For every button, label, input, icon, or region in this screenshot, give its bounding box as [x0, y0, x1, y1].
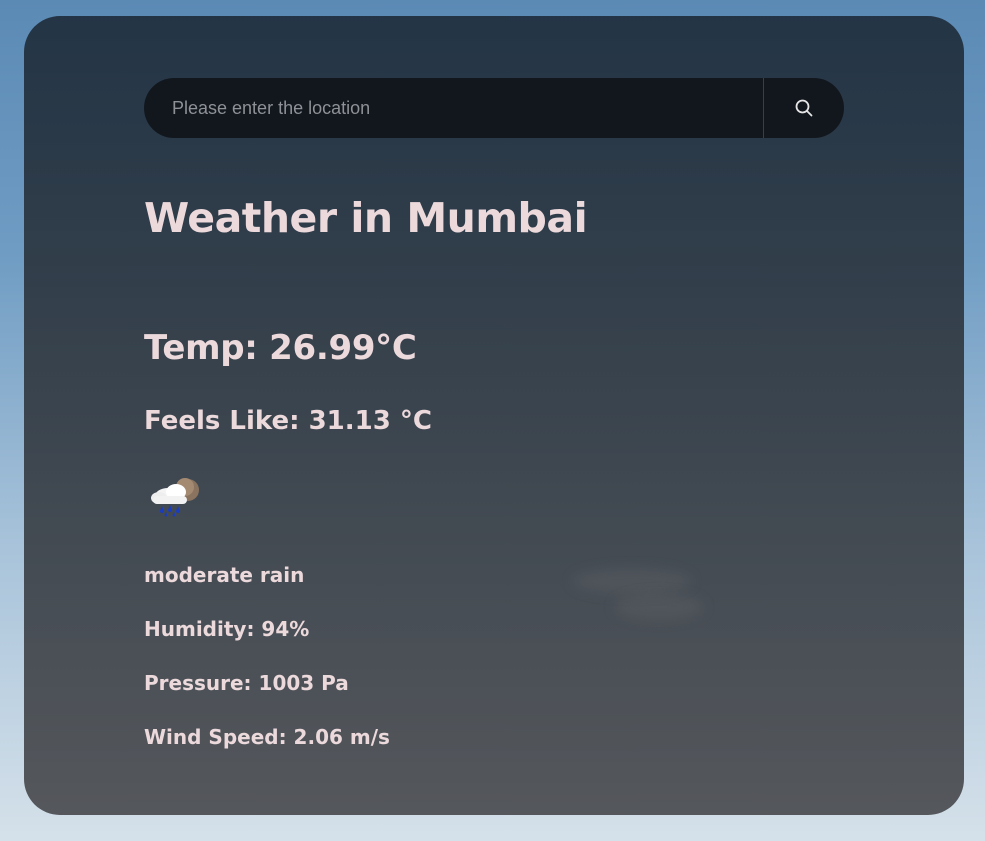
- feels-like: Feels Like: 31.13 °C: [144, 406, 432, 436]
- wind-speed: Wind Speed: 2.06 m/s: [144, 725, 390, 749]
- weather-description: moderate rain: [144, 563, 305, 587]
- rain-cloud-moon-icon: [151, 478, 199, 517]
- search-icon: [795, 99, 813, 117]
- pressure: Pressure: 1003 Pa: [144, 671, 349, 695]
- search-input[interactable]: [144, 78, 763, 138]
- background-cloud: [614, 594, 704, 620]
- weather-card: Weather in Mumbai Temp: 26.99°C Feels Li…: [24, 16, 964, 815]
- temperature: Temp: 26.99°C: [144, 328, 417, 368]
- background-cloud: [572, 568, 692, 594]
- search-button[interactable]: [764, 78, 844, 138]
- page-title: Weather in Mumbai: [144, 194, 588, 242]
- humidity: Humidity: 94%: [144, 617, 310, 641]
- search-bar: [144, 78, 844, 138]
